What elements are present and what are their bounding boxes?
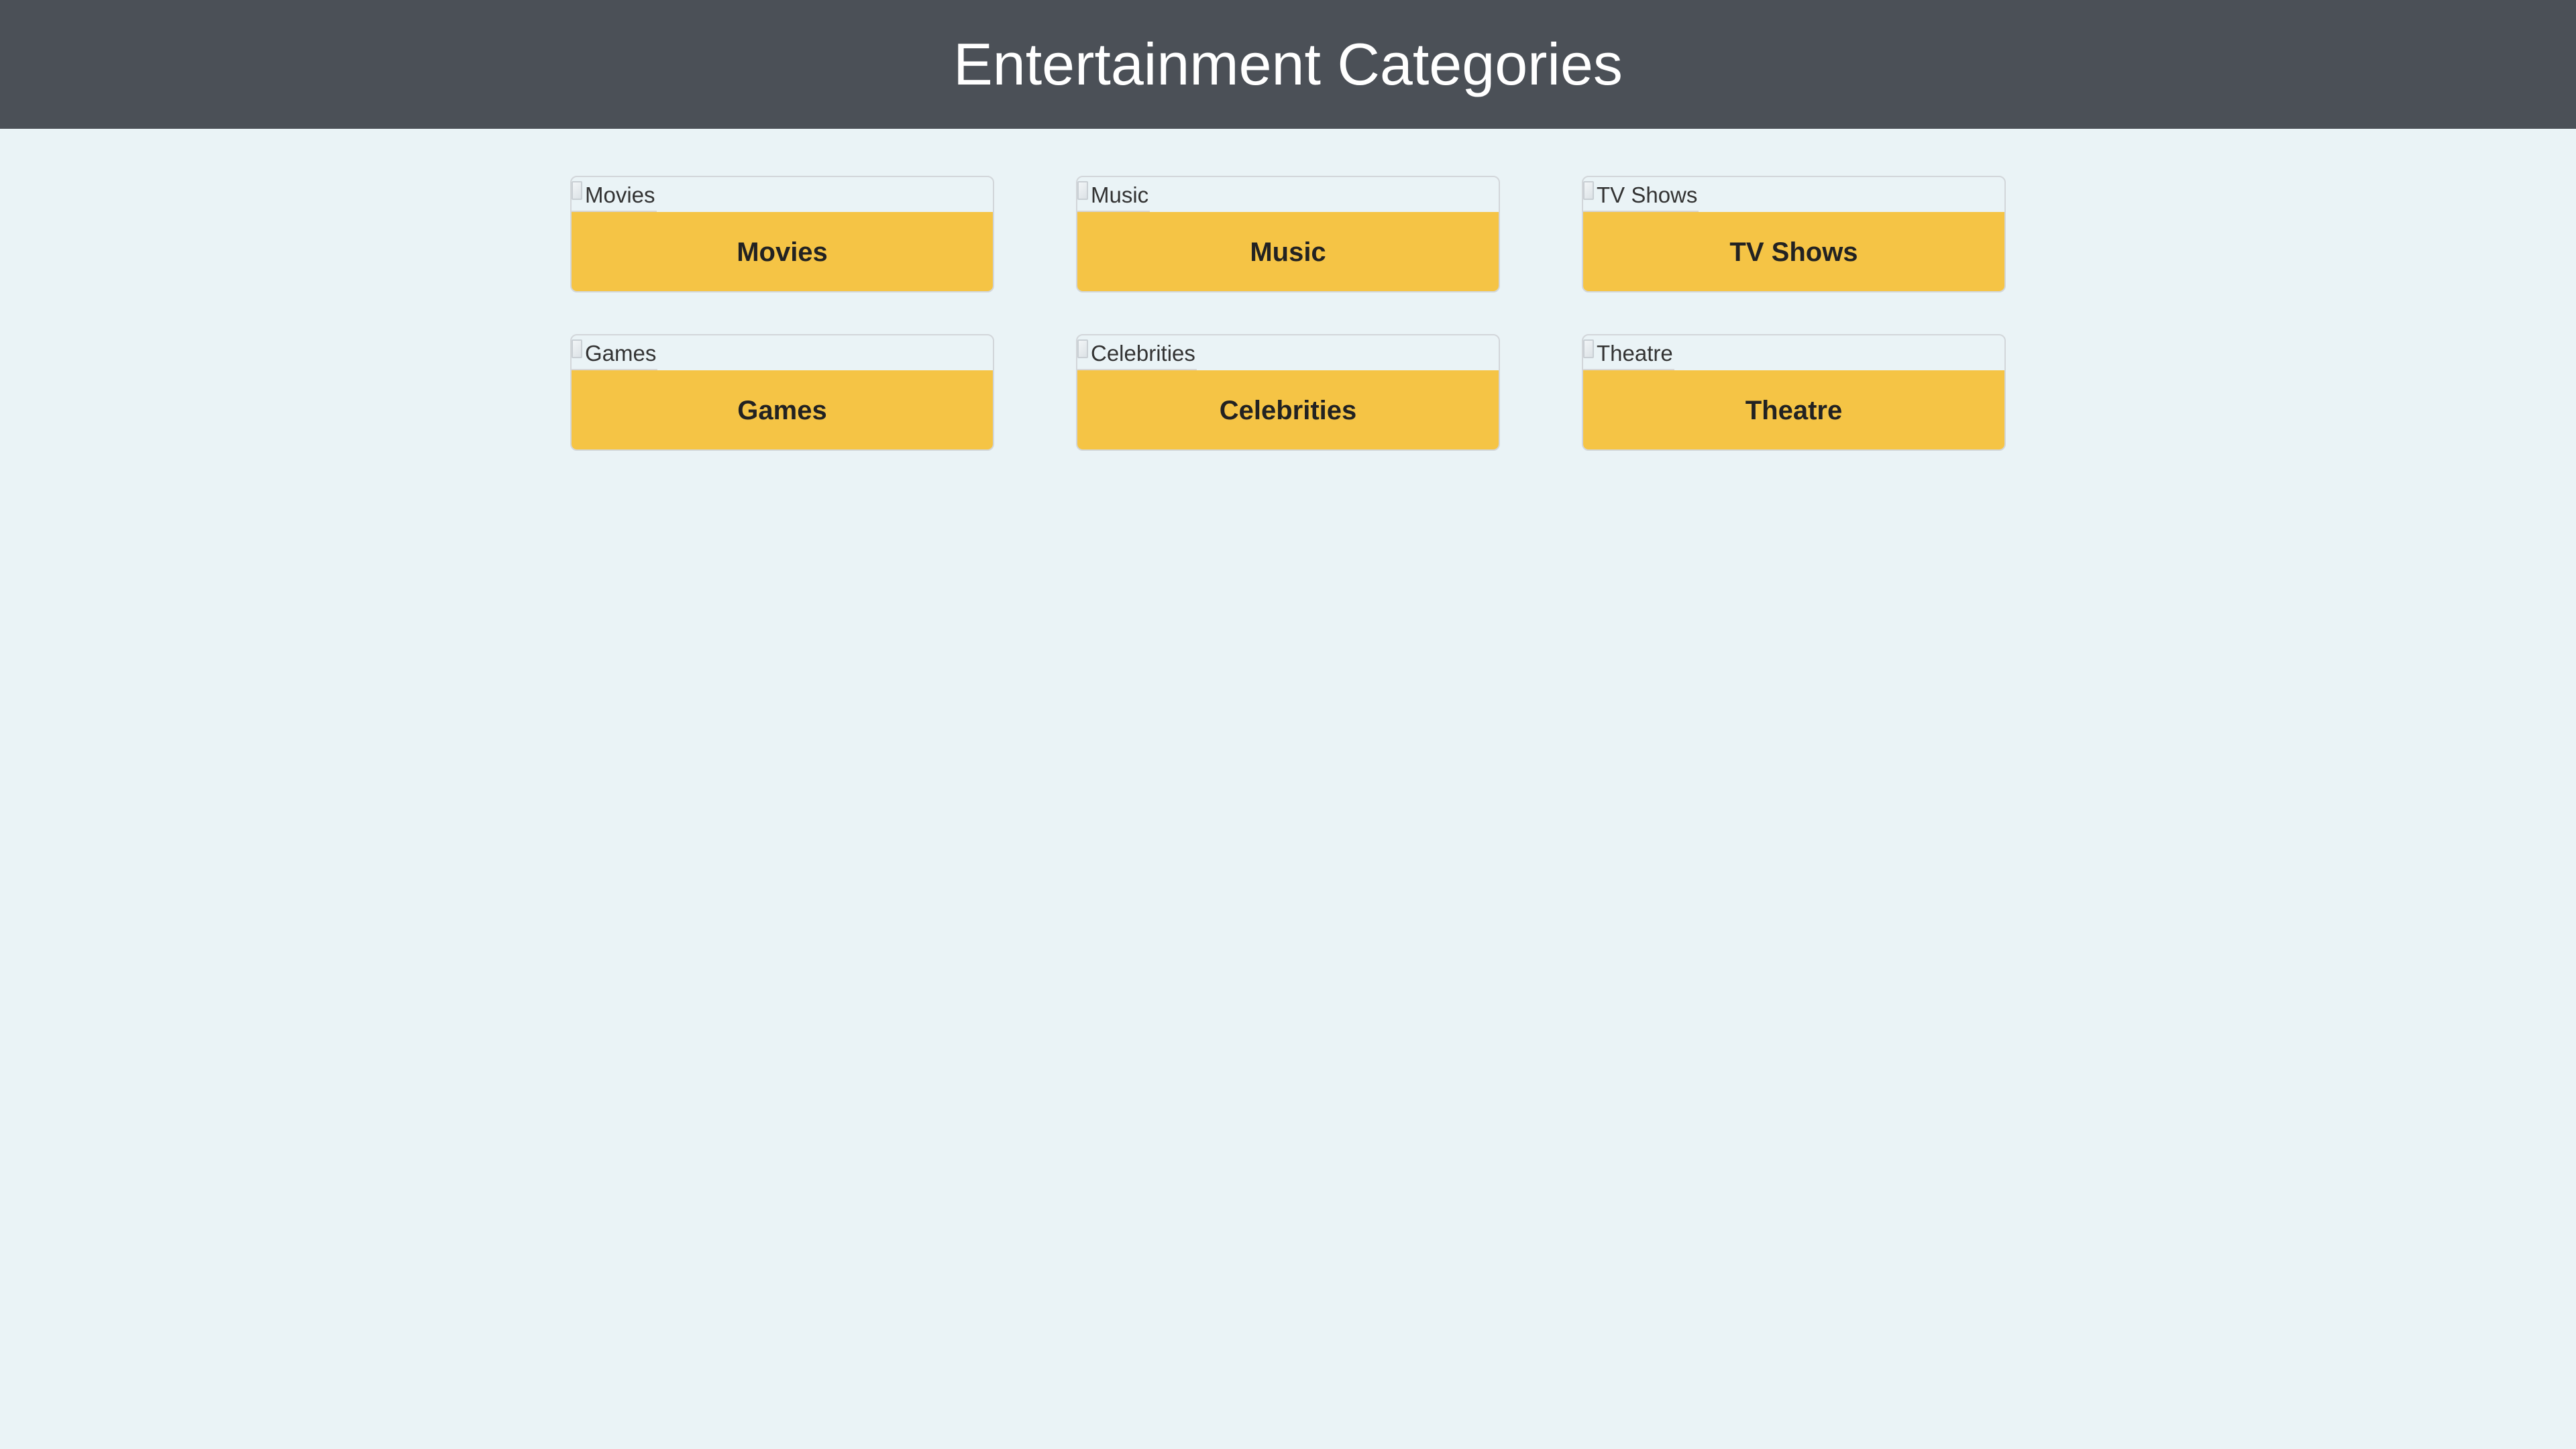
image-alt-text: Games [585, 340, 657, 366]
category-label-container: Celebrities [1077, 370, 1499, 449]
image-alt-text: TV Shows [1597, 182, 1698, 207]
image-alt-text: Music [1091, 182, 1149, 207]
category-image: Movies [572, 177, 657, 212]
category-image-container: Theatre [1583, 335, 2004, 370]
image-alt-text: Theatre [1597, 340, 1673, 366]
category-image: TV Shows [1583, 177, 1699, 212]
category-label: Music [1250, 237, 1326, 267]
category-image-container: TV Shows [1583, 177, 2004, 212]
category-label-container: Theatre [1583, 370, 2004, 449]
category-card-games[interactable]: Games Games [570, 334, 994, 451]
category-grid: Movies Movies Music Music TV Shows TV Sh… [570, 176, 2006, 451]
category-label: Celebrities [1219, 396, 1357, 425]
broken-image-icon [1077, 339, 1088, 358]
category-label: TV Shows [1729, 237, 1858, 267]
category-image-container: Movies [572, 177, 993, 212]
category-card-tv-shows[interactable]: TV Shows TV Shows [1582, 176, 2006, 292]
image-alt-text: Celebrities [1091, 340, 1195, 366]
page-header: Entertainment Categories [0, 0, 2576, 129]
category-card-movies[interactable]: Movies Movies [570, 176, 994, 292]
page-title: Entertainment Categories [953, 31, 1623, 97]
category-label: Theatre [1745, 396, 1843, 425]
category-label-container: Music [1077, 212, 1499, 291]
broken-image-icon [572, 181, 582, 200]
category-card-theatre[interactable]: Theatre Theatre [1582, 334, 2006, 451]
broken-image-icon [1583, 181, 1594, 200]
broken-image-icon [572, 339, 582, 358]
category-label-container: Games [572, 370, 993, 449]
category-label-container: TV Shows [1583, 212, 2004, 291]
category-image: Theatre [1583, 335, 1674, 370]
category-image-container: Celebrities [1077, 335, 1499, 370]
category-card-music[interactable]: Music Music [1076, 176, 1500, 292]
category-card-celebrities[interactable]: Celebrities Celebrities [1076, 334, 1500, 451]
image-alt-text: Movies [585, 182, 655, 207]
category-image: Games [572, 335, 658, 370]
broken-image-icon [1077, 181, 1088, 200]
category-image: Music [1077, 177, 1150, 212]
category-image-container: Music [1077, 177, 1499, 212]
category-image: Celebrities [1077, 335, 1197, 370]
category-label: Movies [737, 237, 828, 267]
broken-image-icon [1583, 339, 1594, 358]
category-image-container: Games [572, 335, 993, 370]
category-label: Games [737, 396, 827, 425]
category-label-container: Movies [572, 212, 993, 291]
